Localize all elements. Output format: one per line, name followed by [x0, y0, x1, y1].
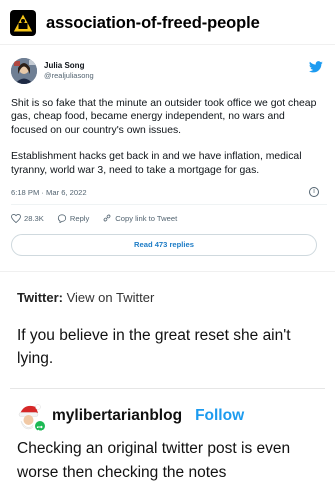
- post-caption: If you believe in the great reset she ai…: [17, 327, 291, 367]
- warning-triangle-icon: [12, 12, 34, 33]
- view-on-twitter-link[interactable]: View on Twitter: [67, 290, 155, 305]
- follow-button[interactable]: Follow: [195, 407, 244, 425]
- reply-label: Reply: [69, 213, 90, 223]
- blog-name[interactable]: association-of-freed-people: [46, 14, 260, 33]
- tweet-paragraph: Establishment hacks get back in and we h…: [11, 151, 302, 176]
- like-count: 28.3K: [24, 213, 44, 223]
- source-line: Twitter: View on Twitter: [17, 290, 154, 305]
- source-platform: Twitter:: [17, 290, 63, 305]
- copy-link-button[interactable]: Copy link to Tweet: [102, 213, 177, 223]
- link-icon: [103, 214, 111, 222]
- reblog-separator: [10, 388, 325, 389]
- tweet-author-handle[interactable]: @realjuliasong: [44, 71, 94, 80]
- tweet-author-name[interactable]: Julia Song: [44, 61, 84, 70]
- heart-icon: [11, 213, 21, 223]
- reblog-header: mylibertarianblog Follow: [14, 400, 244, 433]
- like-button[interactable]: 28.3K: [11, 213, 44, 223]
- info-icon[interactable]: i: [309, 187, 319, 197]
- tweet-text: Shit is so fake that the minute an outsi…: [11, 97, 321, 177]
- blog-avatar[interactable]: [10, 10, 36, 36]
- copy-link-label: Copy link to Tweet: [115, 213, 178, 223]
- reblog-avatar[interactable]: [14, 401, 47, 433]
- tweet-paragraph: Shit is so fake that the minute an outsi…: [11, 98, 317, 136]
- reply-icon: [57, 213, 66, 223]
- reblog-text: Checking an original twitter post is eve…: [17, 440, 291, 481]
- tweet-timestamp[interactable]: 6:18 PM · Mar 6, 2022: [11, 188, 87, 197]
- tweet-actions: 28.3K Reply Copy link to Tweet: [11, 211, 190, 225]
- twitter-bird-icon[interactable]: [309, 61, 323, 73]
- post-header: association-of-freed-people: [10, 6, 260, 40]
- reblog-blog-name[interactable]: mylibertarianblog: [52, 407, 182, 425]
- reply-button[interactable]: Reply: [57, 214, 89, 223]
- tweet-author-avatar[interactable]: [11, 58, 37, 84]
- reblog-icon: [36, 425, 44, 433]
- embedded-tweet[interactable]: Julia Song @realjuliasong Shit is so fak…: [0, 44, 335, 272]
- divider: [11, 204, 327, 205]
- reblog-badge: [33, 419, 47, 433]
- read-replies-button[interactable]: Read 473 replies: [11, 234, 317, 256]
